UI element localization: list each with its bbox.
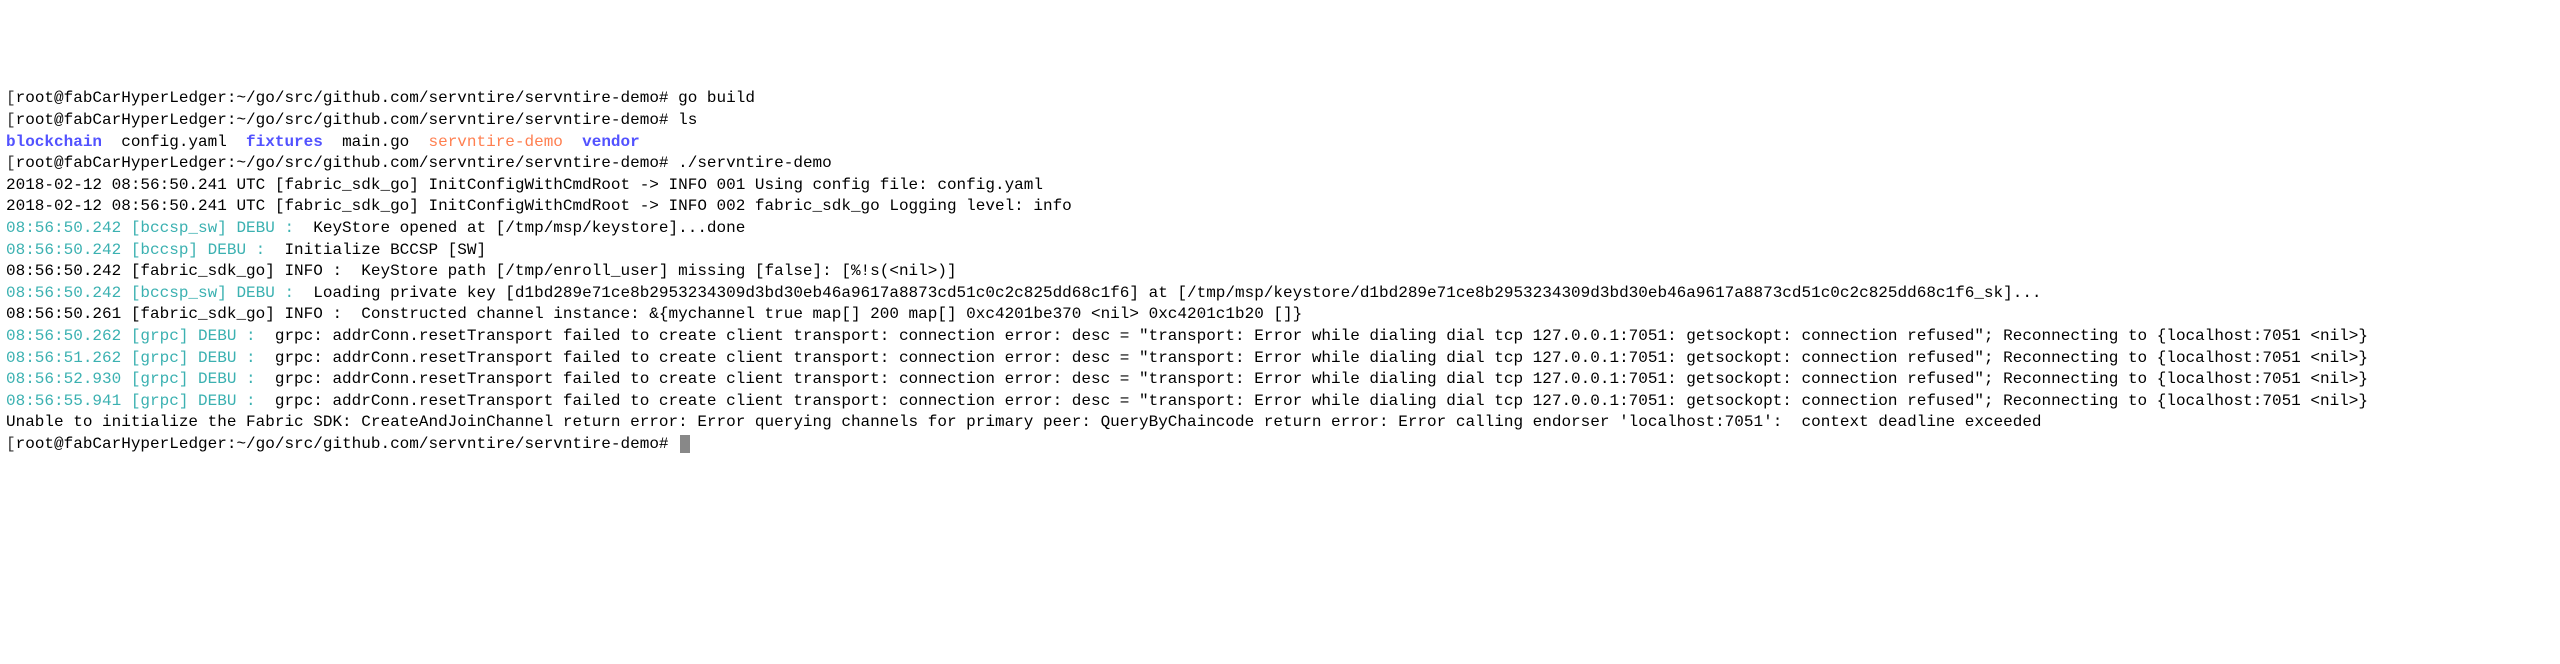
text-segment: root@fabCarHyperLedger:~/go/src/github.c… xyxy=(16,435,679,453)
text-segment: [ xyxy=(6,89,16,107)
terminal-line: [root@fabCarHyperLedger:~/go/src/github.… xyxy=(6,88,2554,110)
text-segment xyxy=(563,133,582,151)
text-segment: 08:56:50.242 [bccsp_sw] DEBU : xyxy=(6,219,294,237)
text-segment: Initialize BCCSP [SW] xyxy=(265,241,486,259)
cursor xyxy=(680,435,690,453)
terminal-line: 08:56:52.930 [grpc] DEBU : grpc: addrCon… xyxy=(6,369,2554,391)
terminal-line: 08:56:50.242 [bccsp_sw] DEBU : Loading p… xyxy=(6,283,2554,305)
text-segment: grpc: addrConn.resetTransport failed to … xyxy=(256,327,2368,345)
text-segment: config.yaml xyxy=(102,133,246,151)
terminal-line: 08:56:51.262 [grpc] DEBU : grpc: addrCon… xyxy=(6,348,2554,370)
text-segment: 2018-02-12 08:56:50.241 UTC [fabric_sdk_… xyxy=(6,197,1072,215)
text-segment: servntire-demo xyxy=(428,133,562,151)
text-segment: 08:56:50.242 [bccsp] DEBU : xyxy=(6,241,265,259)
text-segment: root@fabCarHyperLedger:~/go/src/github.c… xyxy=(16,89,755,107)
text-segment: grpc: addrConn.resetTransport failed to … xyxy=(256,370,2368,388)
terminal-line: 08:56:50.261 [fabric_sdk_go] INFO : Cons… xyxy=(6,304,2554,326)
terminal-line: Unable to initialize the Fabric SDK: Cre… xyxy=(6,412,2554,434)
terminal-line: 2018-02-12 08:56:50.241 UTC [fabric_sdk_… xyxy=(6,175,2554,197)
text-segment: 08:56:50.261 [fabric_sdk_go] INFO : Cons… xyxy=(6,305,1302,323)
text-segment: 08:56:50.242 [fabric_sdk_go] INFO : KeyS… xyxy=(6,262,957,280)
text-segment: 08:56:55.941 [grpc] DEBU : xyxy=(6,392,256,410)
text-segment: blockchain xyxy=(6,133,102,151)
text-segment: 08:56:50.262 [grpc] DEBU : xyxy=(6,327,256,345)
text-segment: Loading private key [d1bd289e71ce8b29532… xyxy=(294,284,2041,302)
terminal-line: blockchain config.yaml fixtures main.go … xyxy=(6,132,2554,154)
text-segment: main.go xyxy=(323,133,429,151)
text-segment: 08:56:50.242 [bccsp_sw] DEBU : xyxy=(6,284,294,302)
terminal-line: 08:56:50.242 [bccsp_sw] DEBU : KeyStore … xyxy=(6,218,2554,240)
text-segment: root@fabCarHyperLedger:~/go/src/github.c… xyxy=(16,111,698,129)
terminal-line: [root@fabCarHyperLedger:~/go/src/github.… xyxy=(6,434,2554,456)
text-segment: root@fabCarHyperLedger:~/go/src/github.c… xyxy=(16,154,832,172)
terminal-line: 08:56:55.941 [grpc] DEBU : grpc: addrCon… xyxy=(6,391,2554,413)
terminal-line: [root@fabCarHyperLedger:~/go/src/github.… xyxy=(6,153,2554,175)
terminal-line: 08:56:50.262 [grpc] DEBU : grpc: addrCon… xyxy=(6,326,2554,348)
text-segment: 2018-02-12 08:56:50.241 UTC [fabric_sdk_… xyxy=(6,176,1043,194)
terminal-line: 2018-02-12 08:56:50.241 UTC [fabric_sdk_… xyxy=(6,196,2554,218)
text-segment: [ xyxy=(6,435,16,453)
terminal-line: [root@fabCarHyperLedger:~/go/src/github.… xyxy=(6,110,2554,132)
text-segment: grpc: addrConn.resetTransport failed to … xyxy=(256,392,2368,410)
terminal-output: [root@fabCarHyperLedger:~/go/src/github.… xyxy=(6,88,2554,455)
text-segment: [ xyxy=(6,154,16,172)
text-segment: grpc: addrConn.resetTransport failed to … xyxy=(256,349,2368,367)
text-segment: [ xyxy=(6,111,16,129)
text-segment: KeyStore opened at [/tmp/msp/keystore]..… xyxy=(294,219,745,237)
text-segment: 08:56:52.930 [grpc] DEBU : xyxy=(6,370,256,388)
text-segment: 08:56:51.262 [grpc] DEBU : xyxy=(6,349,256,367)
text-segment: Unable to initialize the Fabric SDK: Cre… xyxy=(6,413,2042,431)
text-segment: vendor xyxy=(582,133,640,151)
terminal-line: 08:56:50.242 [fabric_sdk_go] INFO : KeyS… xyxy=(6,261,2554,283)
text-segment: fixtures xyxy=(246,133,323,151)
terminal-line: 08:56:50.242 [bccsp] DEBU : Initialize B… xyxy=(6,240,2554,262)
